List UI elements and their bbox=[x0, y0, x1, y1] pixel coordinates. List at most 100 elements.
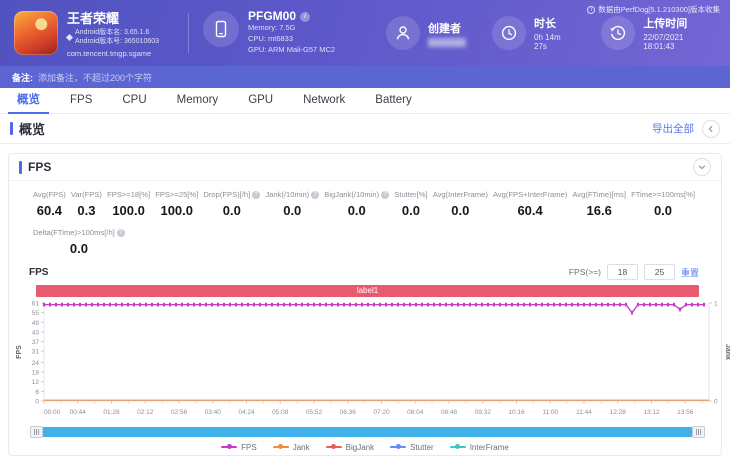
chart-brush bbox=[30, 426, 705, 438]
device-texts: PFGM00 i Memory: 7.5G CPU: mt6833 GPU: A… bbox=[248, 10, 336, 55]
legend-marker bbox=[449, 444, 466, 449]
stat-Avg(FPS+InterFrame): Avg(FPS+InterFrame) 60.4 bbox=[493, 190, 567, 218]
collector-note: i 数据由PerfDog[5.1.210300]版本收集 bbox=[587, 4, 720, 15]
stat-label: Drop(FPS)[/h]? bbox=[203, 190, 261, 199]
section-accent-bar bbox=[10, 122, 13, 135]
svg-text:09:32: 09:32 bbox=[475, 409, 492, 416]
creator-name-redacted bbox=[428, 37, 467, 47]
svg-text:49: 49 bbox=[32, 320, 40, 327]
brush-handle-right[interactable] bbox=[692, 426, 705, 438]
legend-item-Stutter[interactable]: Stutter bbox=[390, 443, 434, 452]
tab-Battery[interactable]: Battery bbox=[366, 88, 420, 114]
tab-概览[interactable]: 概览 bbox=[8, 88, 49, 114]
stat-FTime>=100ms[%]: FTime>=100ms[%] 0.0 bbox=[631, 190, 695, 218]
fps-threshold-low-input[interactable] bbox=[606, 264, 638, 280]
brush-track[interactable] bbox=[36, 427, 699, 437]
legend-marker bbox=[325, 444, 342, 449]
svg-text:0: 0 bbox=[35, 399, 39, 406]
help-icon[interactable]: ? bbox=[252, 190, 261, 199]
stat-value: 0.3 bbox=[77, 203, 96, 218]
stat-Jank(/10min): Jank(/10min)? 0.0 bbox=[265, 190, 320, 218]
svg-text:07:20: 07:20 bbox=[373, 409, 390, 416]
legend-item-BigJank[interactable]: BigJank bbox=[325, 443, 374, 452]
svg-text:18: 18 bbox=[32, 370, 40, 377]
brush-handle-left[interactable] bbox=[30, 426, 43, 438]
tab-GPU[interactable]: GPU bbox=[239, 88, 282, 114]
stat-label: FPS>=18[%] bbox=[107, 190, 151, 199]
upload-time-value: 22/07/2021 18:01:43 bbox=[643, 33, 684, 51]
chart-axes: 0 6 12 18 24 31 37 43 49 55 61 0 1 00:00 00:44 01:28 02:… bbox=[32, 301, 718, 417]
device-memory: Memory: 7.5G bbox=[248, 23, 296, 32]
legend-item-FPS[interactable]: FPS bbox=[221, 443, 257, 452]
stat-label: FPS>=25[%] bbox=[155, 190, 199, 199]
device-block: PFGM00 i Memory: 7.5G CPU: mt6833 GPU: A… bbox=[203, 10, 360, 55]
collector-note-text: 数据由PerfDog[5.1.210300]版本收集 bbox=[598, 5, 720, 14]
svg-text:43: 43 bbox=[32, 329, 40, 336]
svg-text:01:28: 01:28 bbox=[103, 409, 120, 416]
app-texts: 王者荣耀 Android版本名: 3.65.1.6 Android版本号: 36… bbox=[65, 8, 159, 58]
right-axis-title: Jank bbox=[724, 344, 730, 360]
tab-Network[interactable]: Network bbox=[294, 88, 354, 114]
fps-chart[interactable]: 0 6 12 18 24 31 37 43 49 55 61 0 1 00:00 00:44 01:28 02:… bbox=[13, 297, 730, 421]
game-app-icon bbox=[14, 11, 58, 55]
device-gpu: GPU: ARM Mali-G57 MC2 bbox=[248, 45, 336, 54]
left-axis-title: FPS bbox=[16, 345, 23, 359]
fps-threshold-controls: FPS(>=) 重置 bbox=[569, 264, 699, 280]
upload-time-label: 上传时间 bbox=[643, 18, 688, 30]
export-all-link[interactable]: 导出全部 bbox=[652, 121, 694, 136]
help-icon[interactable]: ? bbox=[311, 190, 320, 199]
chart-legend: FPS Jank BigJank Stutter InterFrame bbox=[9, 440, 721, 454]
remarks-bar[interactable]: 备注: 添加备注，不超过200个字符 bbox=[0, 66, 730, 88]
device-info-icon[interactable]: i bbox=[300, 11, 311, 22]
svg-text:6: 6 bbox=[35, 389, 39, 396]
svg-text:1: 1 bbox=[714, 301, 718, 308]
duration-block: 时长 0h 14m 27s bbox=[492, 15, 575, 51]
legend-label: InterFrame bbox=[469, 442, 509, 452]
tab-FPS[interactable]: FPS bbox=[61, 88, 101, 114]
stat-Avg(FPS): Avg(FPS) 60.4 bbox=[33, 190, 66, 218]
stat-FPS>=18[%]: FPS>=18[%] 100.0 bbox=[107, 190, 150, 218]
svg-text:13:12: 13:12 bbox=[643, 409, 660, 416]
info-icon: i bbox=[587, 5, 596, 14]
stat-label: Delta(FTime)>100ms[/h]? bbox=[33, 228, 125, 237]
stat-BigJank(/10min): BigJank(/10min)? 0.0 bbox=[324, 190, 390, 218]
svg-text:24: 24 bbox=[32, 360, 40, 367]
legend-marker bbox=[272, 444, 289, 449]
diamond-icon bbox=[65, 33, 74, 41]
help-icon[interactable]: ? bbox=[116, 228, 125, 237]
help-icon[interactable]: ? bbox=[381, 190, 390, 199]
svg-text:31: 31 bbox=[32, 349, 40, 356]
tab-Memory[interactable]: Memory bbox=[168, 88, 228, 114]
stat-label: Avg(FPS) bbox=[33, 190, 66, 199]
fps-threshold-high-input[interactable] bbox=[643, 264, 675, 280]
overview-title: 概览 bbox=[19, 122, 46, 137]
legend-item-InterFrame[interactable]: InterFrame bbox=[449, 442, 509, 452]
legend-item-Jank[interactable]: Jank bbox=[272, 443, 310, 452]
collapse-down-button[interactable] bbox=[693, 158, 711, 176]
svg-text:05:08: 05:08 bbox=[272, 409, 289, 416]
stat-value: 0.0 bbox=[69, 241, 88, 256]
person-icon bbox=[386, 16, 421, 50]
stat-label: Avg(InterFrame) bbox=[432, 190, 488, 199]
svg-text:08:04: 08:04 bbox=[407, 409, 424, 416]
android-version-code: Android版本号: 365010603 bbox=[75, 38, 160, 45]
stat-Stutter[%]: Stutter[%] 0.0 bbox=[394, 190, 427, 218]
collapse-left-button[interactable] bbox=[702, 119, 720, 138]
stat-label: Stutter[%] bbox=[394, 190, 428, 199]
stat-value: 0.0 bbox=[222, 203, 241, 218]
stat-Var(FPS): Var(FPS) 0.3 bbox=[71, 190, 102, 218]
app-title: 王者荣耀 bbox=[67, 11, 120, 26]
svg-text:13:56: 13:56 bbox=[677, 409, 694, 416]
stat-Avg(InterFrame): Avg(InterFrame) 0.0 bbox=[433, 190, 488, 218]
svg-text:00:44: 00:44 bbox=[70, 409, 87, 416]
legend-marker bbox=[390, 444, 407, 449]
svg-text:06:36: 06:36 bbox=[340, 409, 357, 416]
tab-CPU[interactable]: CPU bbox=[113, 88, 155, 114]
stat-value: 0.0 bbox=[451, 203, 470, 218]
upload-time-block: 上传时间 22/07/2021 18:01:43 bbox=[601, 15, 716, 51]
reset-link[interactable]: 重置 bbox=[681, 266, 699, 279]
version-lines: Android版本名: 3.65.1.6 Android版本号: 3650106… bbox=[75, 28, 159, 46]
legend-label: FPS bbox=[241, 442, 257, 452]
package-name: com.tencent.tmgp.sgame bbox=[67, 49, 152, 58]
stat-value: 100.0 bbox=[112, 203, 145, 218]
